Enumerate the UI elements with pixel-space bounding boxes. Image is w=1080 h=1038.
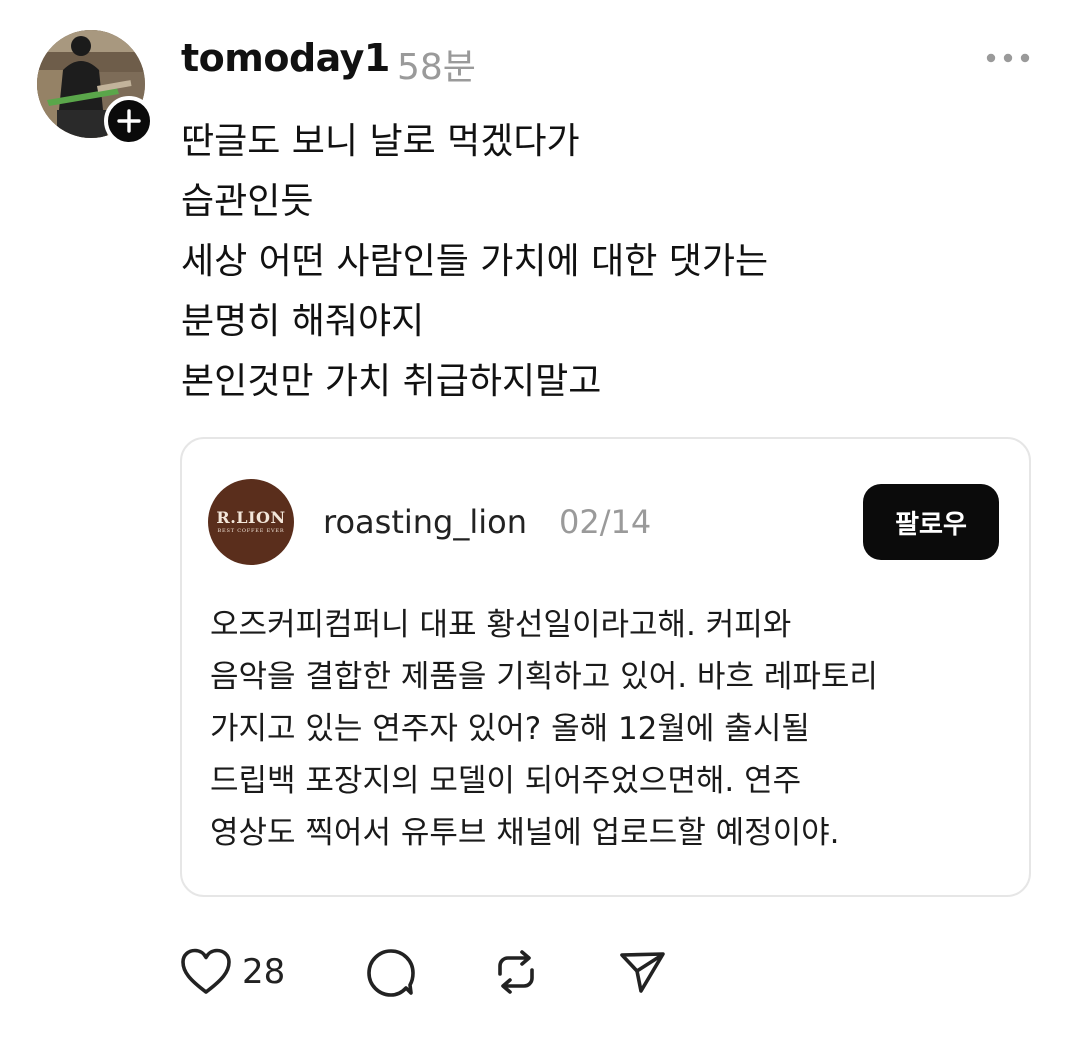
- quoted-body-line: 영상도 찍어서 유투브 채널에 업로드할 예정이야.: [210, 815, 840, 851]
- share-button[interactable]: [617, 944, 667, 1000]
- post-body-line: 습관인듯: [181, 181, 314, 222]
- send-icon: [620, 952, 665, 993]
- post-body-line: 분명히 해줘야지: [181, 301, 425, 342]
- post-body-line: 딴글도 보니 날로 먹겠다가: [181, 121, 580, 162]
- quoted-body-line: 오즈커피컴퍼니 대표 황선일이라고해. 커피와: [210, 607, 792, 643]
- brand-logo-text: R.LION: [216, 508, 286, 527]
- quoted-body-line: 음악을 결합한 제품을 기획하고 있어. 바흐 레파토리: [210, 659, 878, 695]
- post-body-line: 본인것만 가치 취급하지말고: [181, 361, 602, 402]
- follow-plus-button[interactable]: [104, 96, 154, 146]
- quoted-post-card[interactable]: R.LION BEST COFFEE EVER roasting_lion 02…: [180, 437, 1031, 897]
- plus-icon: [117, 109, 141, 133]
- more-horizontal-icon: [986, 53, 1030, 63]
- quoted-post-date: 02/14: [559, 503, 652, 541]
- more-options-button[interactable]: [984, 48, 1032, 68]
- quoted-body-line: 드립백 포장지의 모델이 되어주었으면해. 연주: [210, 763, 802, 799]
- post-body-line: 세상 어떤 사람인들 가치에 대한 댓가는: [181, 241, 769, 282]
- post-timestamp: 58분: [397, 47, 476, 88]
- like-button[interactable]: 28: [180, 944, 285, 1000]
- brand-logo-tagline: BEST COFFEE EVER: [217, 528, 285, 534]
- post-body: 딴글도 보니 날로 먹겠다가 습관인듯 세상 어떤 사람인들 가치에 대한 댓가…: [181, 112, 768, 412]
- thread-post: tomoday1 58분 딴글도 보니 날로 먹겠다가 습관인듯 세상 어떤 사…: [0, 0, 1080, 1038]
- follow-button[interactable]: 팔로우: [863, 484, 999, 560]
- author-username[interactable]: tomoday1: [181, 36, 390, 80]
- repost-icon: [498, 950, 534, 994]
- quoted-author-username[interactable]: roasting_lion: [323, 503, 527, 541]
- quoted-author-avatar[interactable]: R.LION BEST COFFEE EVER: [208, 479, 294, 565]
- like-count: 28: [242, 952, 286, 992]
- quoted-body-line: 가지고 있는 연주자 있어? 올해 12월에 출시될: [210, 711, 810, 747]
- comment-button[interactable]: [366, 944, 416, 1000]
- comment-bubble-icon: [367, 949, 415, 997]
- author-avatar-container: [37, 30, 154, 146]
- quoted-post-body: 오즈커피컴퍼니 대표 황선일이라고해. 커피와 음악을 결합한 제품을 기획하고…: [210, 599, 878, 859]
- heart-icon: [181, 948, 231, 994]
- repost-button[interactable]: [492, 944, 540, 1000]
